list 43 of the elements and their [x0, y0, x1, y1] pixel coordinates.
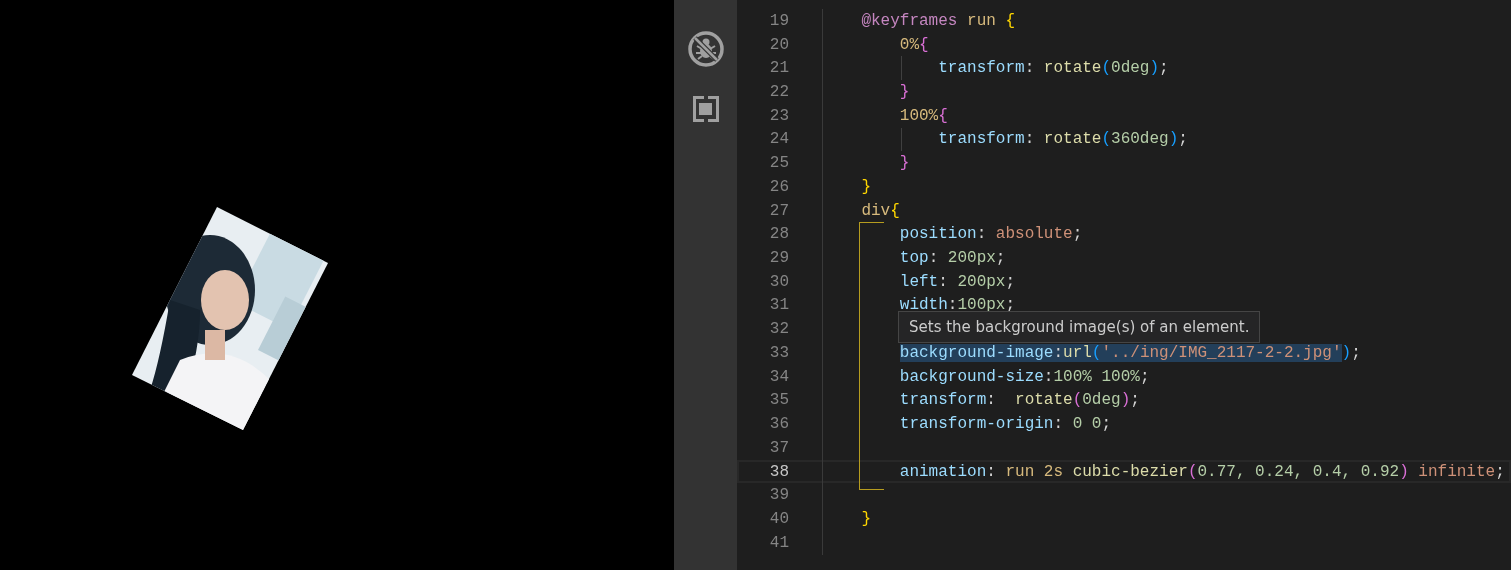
code-line: left: 200px;	[898, 272, 1016, 291]
code-line: }	[898, 154, 910, 173]
line-number: 33	[768, 343, 789, 362]
code-line: 100%{	[898, 106, 948, 125]
line-number: 39	[768, 486, 789, 505]
line-number: 40	[768, 509, 789, 528]
line-number: 34	[768, 367, 789, 386]
line-number: 31	[768, 296, 789, 315]
line-number: 27	[768, 201, 789, 220]
code-line: }	[860, 509, 871, 528]
line-number: 22	[768, 83, 789, 101]
code-line: transform: rotate(0deg);	[937, 59, 1169, 78]
extensions-icon[interactable]	[690, 94, 721, 124]
line-number: 37	[768, 438, 789, 457]
code-line: div{	[860, 201, 900, 220]
line-number: 35	[768, 391, 789, 410]
line-number: 21	[768, 59, 789, 78]
code-line: 0%{	[898, 35, 929, 54]
code-line: transform: rotate(0deg);	[898, 391, 1140, 410]
code-line: transform-origin: 0 0;	[898, 415, 1112, 434]
line-number: 26	[768, 177, 789, 196]
code-line: background-size:100% 100%;	[898, 367, 1150, 386]
code-line: }	[898, 83, 910, 101]
line-number: 30	[768, 272, 789, 291]
line-number: 38	[768, 462, 789, 481]
code-line: transform: rotate(360deg);	[937, 130, 1188, 149]
code-line: animation: run 2s cubic-bezier(0.77, 0.24, 0.4, 0.92) infinite;	[898, 462, 1505, 481]
code-line: }	[860, 177, 871, 196]
line-number: 28	[768, 225, 789, 244]
code-line: position: absolute;	[898, 225, 1083, 244]
code-line: @keyframes run {	[860, 11, 1016, 30]
line-number: 25	[768, 154, 789, 173]
bug-off-icon[interactable]	[686, 30, 725, 68]
line-number: 29	[768, 249, 789, 268]
line-number: 23	[768, 106, 789, 125]
line-number: 36	[768, 415, 789, 434]
code-line: top: 200px;	[898, 249, 1006, 268]
line-number: 41	[768, 533, 789, 552]
line-number: 19	[768, 11, 789, 30]
line-number: 32	[768, 320, 789, 339]
line-number: 20	[768, 35, 789, 54]
hover-tooltip: Sets the background image(s) of an element.	[898, 311, 1261, 343]
line-number: 24	[768, 130, 789, 149]
